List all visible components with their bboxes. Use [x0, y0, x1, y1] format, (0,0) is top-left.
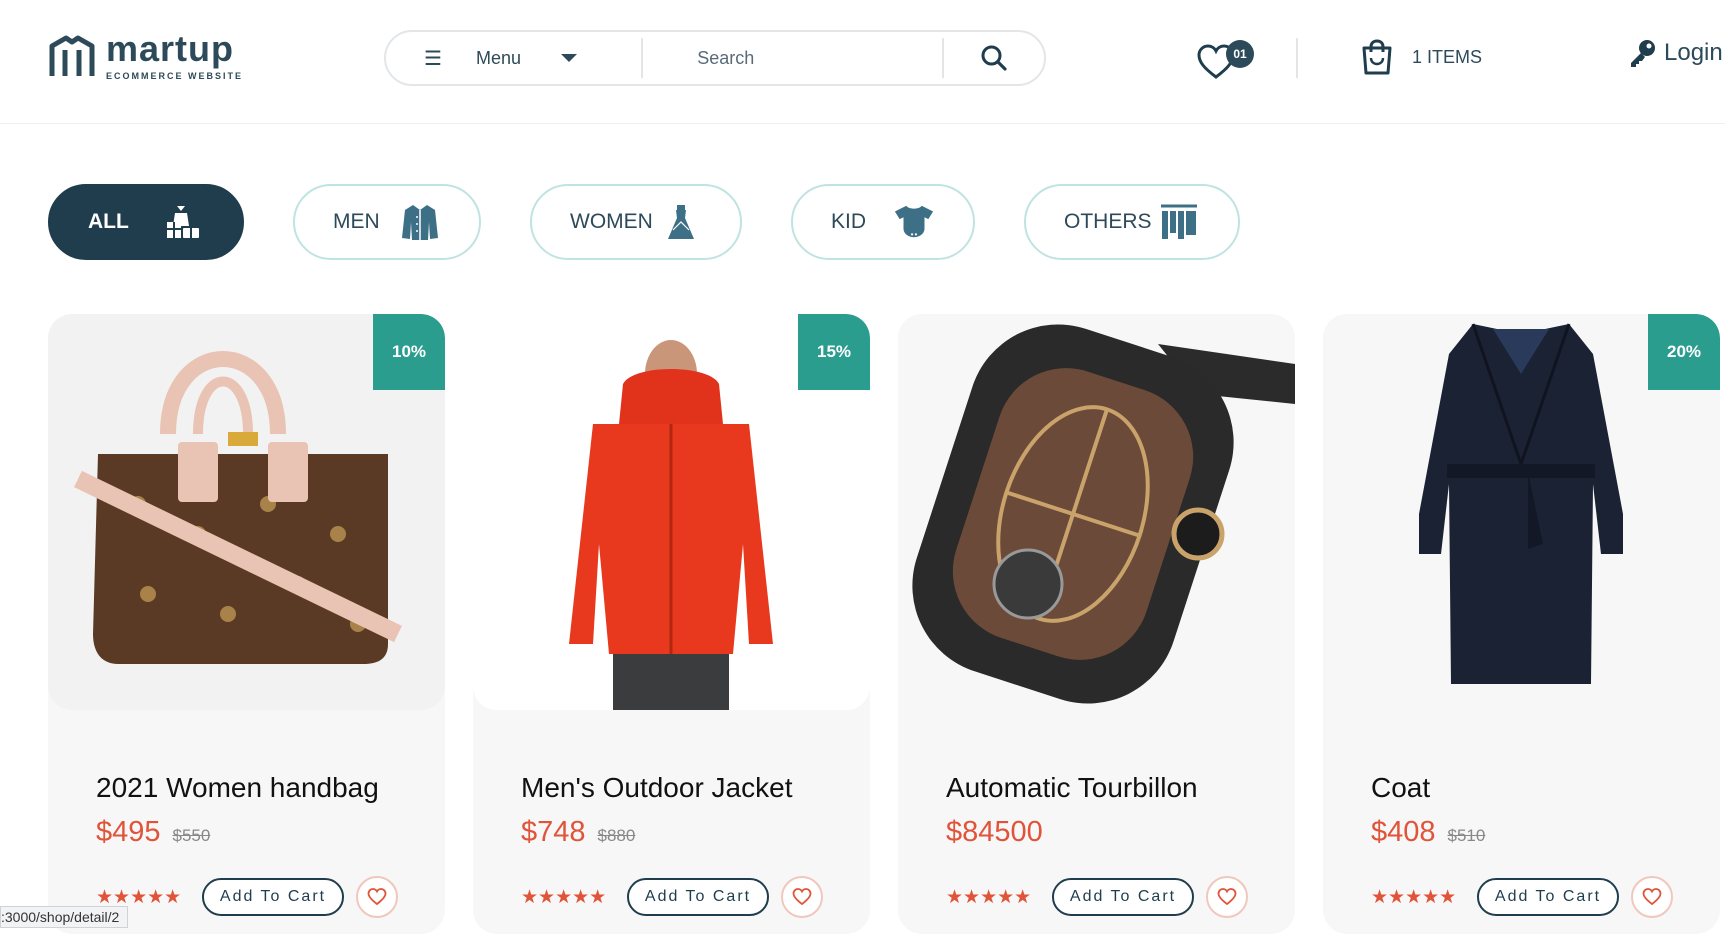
wishlist-toggle-button[interactable] [1206, 876, 1248, 918]
category-men[interactable]: MEN [293, 184, 481, 260]
discount-badge: 20% [1648, 314, 1720, 390]
product-image[interactable]: 20% [1323, 314, 1720, 710]
product-card[interactable]: 20% Coat $408 $510 ★★★★★ Add To Cart [1323, 314, 1720, 934]
product-old-price: $510 [1447, 826, 1486, 845]
wishlist-toggle-button[interactable] [1631, 876, 1673, 918]
discount-badge: 10% [373, 314, 445, 390]
wishlist-toggle-button[interactable] [356, 876, 398, 918]
search-bar: ☰ Menu [384, 30, 1046, 86]
cart-items-label: 1 ITEMS [1412, 46, 1483, 67]
logo-name: martup [106, 28, 235, 69]
product-image[interactable]: 15% [473, 314, 870, 710]
rating-stars: ★★★★★ [946, 886, 1032, 908]
category-all[interactable]: ALL [48, 184, 244, 260]
product-card[interactable]: 10% 2021 Women handbag $495 $550 ★★★★★ A… [48, 314, 445, 934]
site-header: martup ECOMMERCE WEBSITE ☰ Menu 01 [0, 0, 1725, 124]
menu-dropdown[interactable]: ☰ Menu [386, 32, 641, 84]
add-to-cart-button[interactable]: Add To Cart [1477, 878, 1619, 916]
browser-status-url: :3000/shop/detail/2 [0, 906, 129, 928]
login-label: Login [1664, 39, 1723, 66]
product-old-price: $550 [172, 826, 211, 845]
category-label: ALL [88, 210, 129, 233]
dress-icon [660, 201, 702, 243]
product-title[interactable]: Automatic Tourbillon [946, 772, 1198, 804]
header-divider [1296, 38, 1298, 78]
heart-icon [792, 888, 812, 906]
baby-bodysuit-icon [893, 201, 935, 243]
add-to-cart-button[interactable]: Add To Cart [1052, 878, 1194, 916]
category-kid[interactable]: KID [791, 184, 975, 260]
gift-shopping-icon [162, 201, 204, 243]
product-image[interactable]: 10% [48, 314, 445, 710]
wishlist-button[interactable]: 01 [1196, 38, 1256, 82]
rating-stars: ★★★★★ [1371, 886, 1457, 908]
category-others[interactable]: OTHERS [1024, 184, 1240, 260]
add-to-cart-button[interactable]: Add To Cart [627, 878, 769, 916]
heart-icon [367, 888, 387, 906]
product-image[interactable] [898, 314, 1295, 710]
product-title[interactable]: Coat [1371, 772, 1430, 804]
product-price: $495 [96, 816, 161, 848]
chevron-down-icon [561, 54, 578, 62]
category-label: KID [831, 210, 867, 233]
product-card[interactable]: 15% Men's Outdoor Jacket $748 $880 ★★★★★… [473, 314, 870, 934]
watch-image [898, 314, 1295, 710]
clothes-rack-icon [1158, 201, 1200, 243]
product-title[interactable]: Men's Outdoor Jacket [521, 772, 792, 804]
category-filter-bar: ALL MEN WOMEN KID OTHERS [48, 184, 1240, 260]
product-card[interactable]: Automatic Tourbillon $84500 ★★★★★ Add To… [898, 314, 1295, 934]
jacket-icon [399, 201, 441, 243]
category-women[interactable]: WOMEN [530, 184, 742, 260]
search-icon [981, 45, 1007, 71]
search-button[interactable] [944, 32, 1044, 84]
product-old-price: $880 [597, 826, 636, 845]
search-input[interactable] [643, 32, 943, 84]
product-grid: 10% 2021 Women handbag $495 $550 ★★★★★ A… [48, 314, 1720, 934]
logo-tagline: ECOMMERCE WEBSITE [106, 71, 244, 81]
key-icon [1631, 40, 1655, 67]
login-button[interactable]: Login [1628, 38, 1723, 68]
add-to-cart-button[interactable]: Add To Cart [202, 878, 344, 916]
cart-button[interactable]: 1 ITEMS [1360, 38, 1482, 76]
product-title[interactable]: 2021 Women handbag [96, 772, 379, 804]
category-label: WOMEN [570, 210, 653, 233]
shopping-bag-icon [1362, 39, 1392, 75]
product-price: $748 [521, 816, 586, 848]
heart-icon [1642, 888, 1662, 906]
logo-mark-icon [49, 35, 95, 76]
product-price: $408 [1371, 816, 1436, 848]
logo[interactable]: martup ECOMMERCE WEBSITE [46, 30, 243, 82]
hamburger-icon: ☰ [424, 47, 442, 70]
category-label: MEN [333, 210, 380, 233]
wishlist-count-badge: 01 [1226, 40, 1254, 68]
category-label: OTHERS [1064, 210, 1152, 233]
menu-label: Menu [476, 47, 522, 68]
wishlist-toggle-button[interactable] [781, 876, 823, 918]
product-price: $84500 [946, 816, 1043, 848]
rating-stars: ★★★★★ [521, 886, 607, 908]
discount-badge: 15% [798, 314, 870, 390]
heart-icon [1217, 888, 1237, 906]
